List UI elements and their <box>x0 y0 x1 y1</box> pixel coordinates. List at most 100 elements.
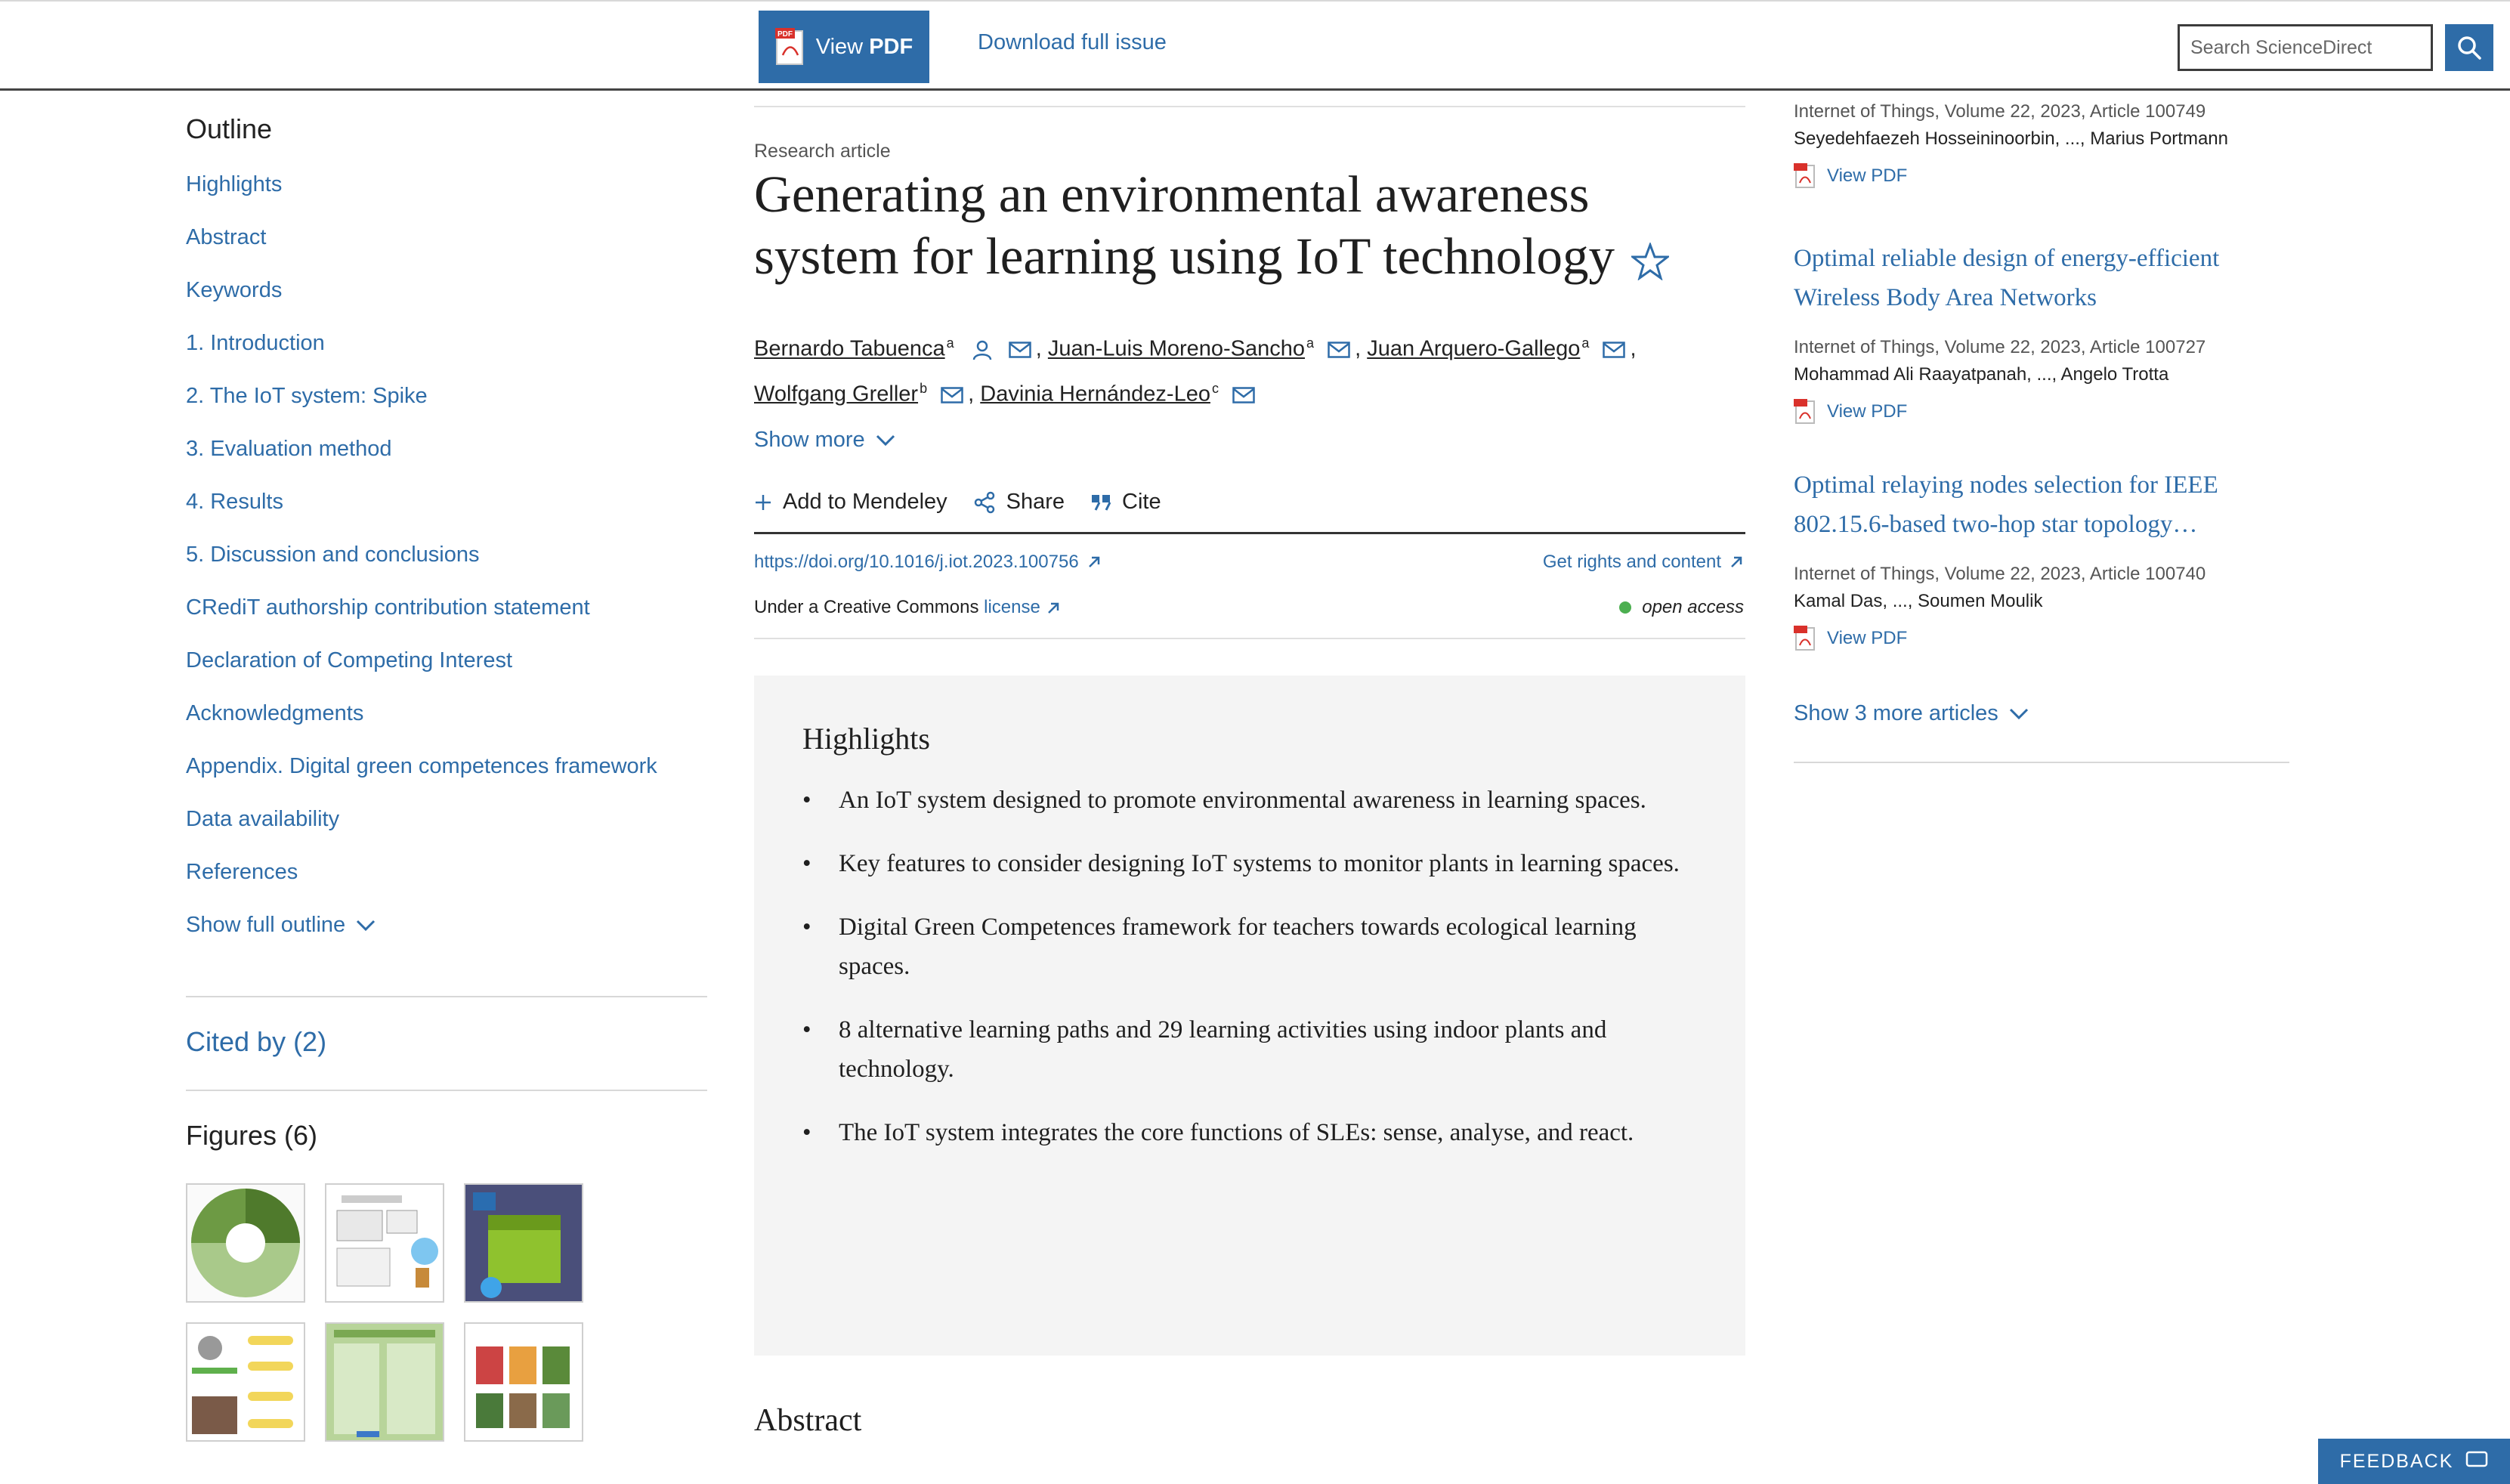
mail-icon[interactable] <box>1232 386 1255 403</box>
doi-text: https://doi.org/10.1016/j.iot.2023.10075… <box>754 552 1079 572</box>
recommended-view-pdf-link[interactable]: View PDF <box>1794 399 2289 425</box>
divider <box>1794 762 2289 763</box>
author-affiliation[interactable]: a <box>1306 335 1314 351</box>
feedback-button[interactable]: FEEDBACK <box>2318 1439 2510 1484</box>
feedback-label: FEEDBACK <box>2339 1451 2454 1472</box>
cite-button[interactable]: Cite <box>1090 490 1161 515</box>
author-affiliation[interactable]: c <box>1212 381 1219 396</box>
recommended-article-title[interactable]: Optimal reliable design of energy-effici… <box>1794 239 2289 317</box>
recommended-article-meta: Internet of Things, Volume 22, 2023, Art… <box>1794 101 2206 122</box>
author-link[interactable]: Juan Arquero-Gallego <box>1367 337 1580 361</box>
recommended-view-pdf-link[interactable]: View PDF <box>1794 626 2289 651</box>
cited-by-link[interactable]: Cited by (2) <box>186 1026 326 1058</box>
outline-item-discussion[interactable]: 5. Discussion and conclusions <box>186 538 707 591</box>
get-rights-link[interactable]: Get rights and content <box>1543 552 1744 573</box>
abstract-title: Abstract <box>754 1403 862 1438</box>
view-pdf-button[interactable]: PDF View PDF <box>759 11 929 83</box>
share-button[interactable]: Share <box>973 490 1065 515</box>
recommended-view-pdf-link[interactable]: View PDF <box>1794 163 2289 189</box>
license-link[interactable]: license <box>984 597 1060 617</box>
show-more-articles-button[interactable]: Show 3 more articles <box>1794 701 2029 726</box>
outline-item-iot-system[interactable]: 2. The IoT system: Spike <box>186 379 707 432</box>
figure-thumbnail[interactable] <box>325 1183 444 1303</box>
outline-item-data-availability[interactable]: Data availability <box>186 802 707 855</box>
article-actions: Add to Mendeley Share Cite <box>754 490 1161 515</box>
outline-item-abstract[interactable]: Abstract <box>186 221 707 274</box>
figure-thumbnail[interactable] <box>464 1183 583 1303</box>
external-link-icon <box>1731 556 1742 567</box>
mail-icon[interactable] <box>1603 342 1626 358</box>
outline-item-appendix[interactable]: Appendix. Digital green competences fram… <box>186 750 707 802</box>
add-to-mendeley-button[interactable]: Add to Mendeley <box>754 490 947 515</box>
get-rights-text: Get rights and content <box>1542 552 1721 572</box>
figure-thumbnail[interactable] <box>325 1322 444 1442</box>
highlight-item: Key features to consider designing IoT s… <box>802 844 1697 883</box>
mail-icon[interactable] <box>1328 342 1350 358</box>
outline-item-evaluation-method[interactable]: 3. Evaluation method <box>186 432 707 485</box>
search-button[interactable] <box>2445 24 2493 71</box>
open-access-badge: open access <box>1619 597 1744 618</box>
article-title: Generating an environmental awareness sy… <box>754 163 1729 287</box>
figures-title: Figures (6) <box>186 1120 318 1151</box>
outline-item-competing-interest[interactable]: Declaration of Competing Interest <box>186 644 707 697</box>
figure-thumbnail[interactable] <box>464 1322 583 1442</box>
pdf-icon <box>1794 626 1815 651</box>
external-link-icon <box>1088 556 1099 567</box>
pdf-icon <box>1794 399 1815 424</box>
show-more-button[interactable]: Show more <box>754 428 895 453</box>
outline-title: Outline <box>186 113 273 144</box>
license-link-text: license <box>984 597 1040 617</box>
author-link[interactable]: Juan-Luis Moreno-Sancho <box>1048 337 1305 361</box>
highlight-item: An IoT system designed to promote enviro… <box>802 781 1697 820</box>
chat-icon <box>2466 1451 2488 1467</box>
star-icon[interactable] <box>1631 243 1669 281</box>
author-link[interactable]: Davinia Hernández-Leo <box>980 382 1210 406</box>
download-full-issue-link[interactable]: Download full issue <box>978 30 1167 55</box>
divider <box>186 996 707 997</box>
chevron-down-icon <box>2009 708 2028 719</box>
outline-item-results[interactable]: 4. Results <box>186 485 707 538</box>
show-more-articles-label: Show 3 more articles <box>1794 701 1998 725</box>
chevron-down-icon <box>876 434 895 446</box>
figure-thumbnail[interactable] <box>186 1322 305 1442</box>
open-access-label: open access <box>1642 597 1744 617</box>
outline-item-highlights[interactable]: Highlights <box>186 168 707 221</box>
svg-text:PDF: PDF <box>777 30 793 39</box>
outline-item-credit[interactable]: CRediT authorship contribution statement <box>186 591 707 644</box>
outline-item-introduction[interactable]: 1. Introduction <box>186 326 707 379</box>
divider <box>186 1090 707 1091</box>
recommended-article-title[interactable]: Optimal relaying nodes selection for IEE… <box>1794 465 2289 544</box>
outline-list: Highlights Abstract Keywords 1. Introduc… <box>186 168 707 908</box>
author-affiliation[interactable]: b <box>920 381 927 396</box>
recommended-article-meta: Internet of Things, Volume 22, 2023, Art… <box>1794 564 2206 584</box>
figures-grid <box>186 1183 594 1442</box>
figure-3-image <box>465 1185 582 1301</box>
highlight-item: 8 alternative learning paths and 29 lear… <box>802 1010 1697 1089</box>
author-link[interactable]: Bernardo Tabuenca <box>754 337 945 361</box>
outline-item-acknowledgments[interactable]: Acknowledgments <box>186 697 707 750</box>
person-icon[interactable] <box>972 339 992 360</box>
show-more-label: Show more <box>754 428 865 452</box>
recommended-article-authors: Mohammad Ali Raayatpanah, ..., Angelo Tr… <box>1794 364 2169 385</box>
doi-link[interactable]: https://doi.org/10.1016/j.iot.2023.10075… <box>754 552 1102 573</box>
figure-thumbnail[interactable] <box>186 1183 305 1303</box>
outline-item-keywords[interactable]: Keywords <box>186 274 707 326</box>
divider <box>754 532 1745 534</box>
mail-icon[interactable] <box>1009 342 1031 358</box>
author-affiliation[interactable]: a <box>1581 335 1589 351</box>
show-full-outline-button[interactable]: Show full outline <box>186 913 707 938</box>
highlights-section: Highlights An IoT system designed to pro… <box>754 676 1745 1356</box>
outline-item-references[interactable]: References <box>186 855 707 908</box>
mail-icon[interactable] <box>941 386 963 403</box>
divider <box>754 106 1745 107</box>
highlight-item: The IoT system integrates the core funct… <box>802 1113 1697 1152</box>
cite-label: Cite <box>1122 490 1161 514</box>
license-prefix: Under a Creative Commons <box>754 597 979 617</box>
search-input[interactable] <box>2178 24 2433 71</box>
author-affiliation[interactable]: a <box>947 335 954 351</box>
figure-1-image <box>191 1189 300 1297</box>
view-pdf-label: View PDF <box>1827 401 1908 422</box>
author-link[interactable]: Wolfgang Greller <box>754 382 918 406</box>
figure-2-image <box>326 1185 443 1301</box>
highlights-title: Highlights <box>802 722 930 756</box>
